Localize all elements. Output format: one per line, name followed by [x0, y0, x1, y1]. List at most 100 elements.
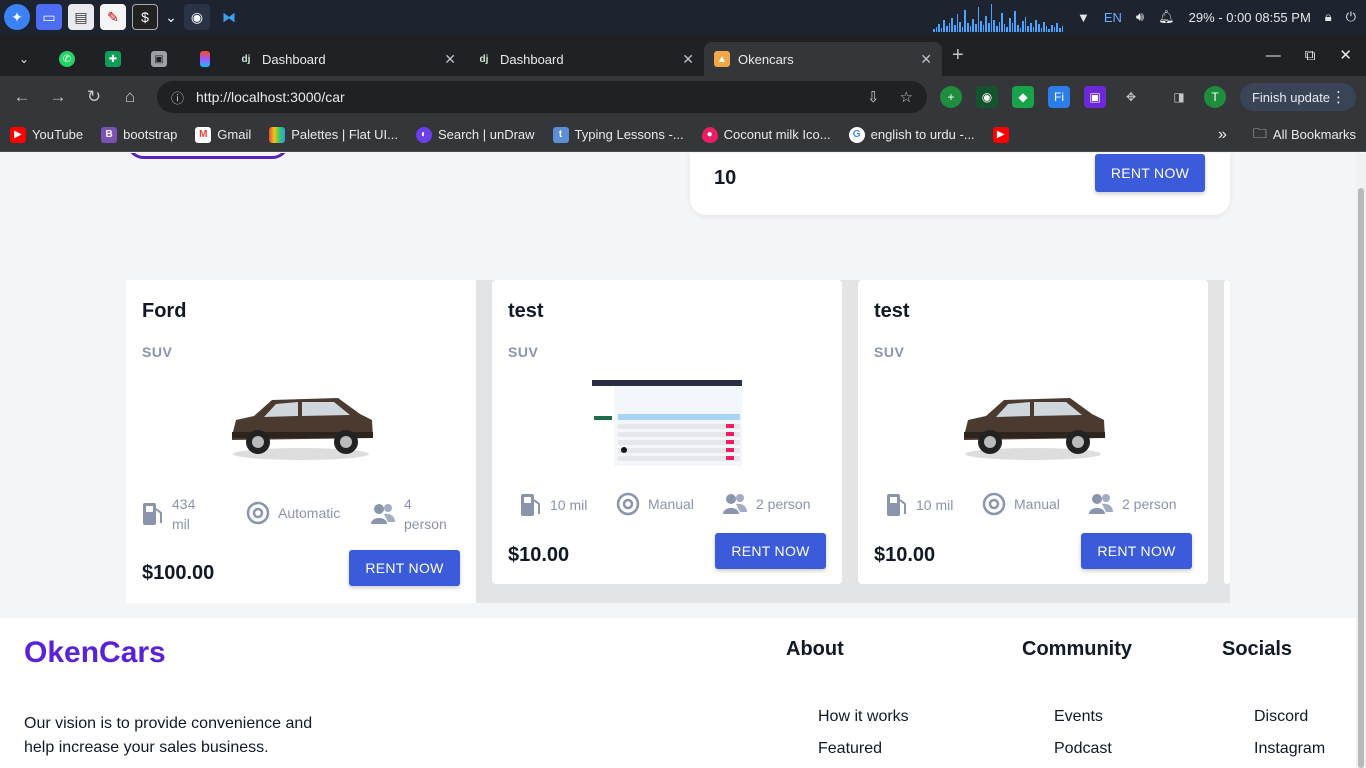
- footer-link-how-it-works[interactable]: How it works: [818, 708, 909, 726]
- transmission-feature: Manual: [982, 492, 1060, 516]
- scrollbar-thumb[interactable]: [1358, 188, 1364, 768]
- car-card: test SUV 10 mil Manual 2 person $10.00 R…: [492, 280, 842, 584]
- language-indicator[interactable]: EN: [1104, 10, 1122, 25]
- bookmark-gmail[interactable]: M Gmail: [195, 126, 251, 143]
- bookmark-palettes[interactable]: Palettes | Flat UI...: [269, 126, 398, 143]
- rent-now-button[interactable]: RENT NOW: [1081, 533, 1192, 569]
- footer-link-instagram[interactable]: Instagram: [1254, 740, 1325, 758]
- pinned-tab-sheets[interactable]: ✚: [90, 42, 136, 76]
- tab-search-button[interactable]: ⌄: [4, 42, 44, 76]
- footer-link-podcast[interactable]: Podcast: [1054, 740, 1112, 758]
- chrome-icon[interactable]: ◉: [184, 4, 210, 30]
- power-icon[interactable]: ⏻: [1346, 9, 1356, 25]
- back-icon[interactable]: ←: [4, 87, 40, 107]
- chevron-right-icon[interactable]: »: [1218, 126, 1227, 144]
- browser-toolbar: ← → ↻ ⌂ ⓘ http://localhost:3000/car ⇩ ☆ …: [0, 76, 1366, 118]
- bookmark-translate[interactable]: Genglish to urdu -...: [848, 126, 975, 143]
- rent-now-button[interactable]: RENT NOW: [1095, 154, 1205, 192]
- capacity-feature: 2 person: [1088, 492, 1176, 516]
- app-launcher-icon[interactable]: ✦: [4, 4, 30, 30]
- font-extension-icon[interactable]: Fi: [1048, 86, 1070, 108]
- all-bookmarks-folder[interactable]: 🗀 All Bookmarks: [1253, 123, 1356, 147]
- maximize-icon[interactable]: ⧉: [1305, 47, 1316, 64]
- car-image: [958, 380, 1108, 466]
- fuel-pump-icon: [143, 503, 162, 525]
- sheets-icon: ✚: [105, 51, 121, 67]
- side-panel-icon[interactable]: ◨: [1168, 86, 1190, 108]
- transmission-feature: Manual: [616, 492, 694, 516]
- minimize-icon[interactable]: —: [1266, 47, 1281, 64]
- car-type: SUV: [874, 344, 905, 360]
- close-icon[interactable]: ✕: [444, 51, 456, 68]
- terminal-icon[interactable]: $: [132, 4, 158, 30]
- mileage-text: 434 mil: [172, 496, 196, 532]
- footer-vision-text: Our vision is to provide convenience and…: [24, 715, 313, 756]
- notification-bell-icon[interactable]: 🔔︎: [1158, 9, 1175, 25]
- pinned-tab-figma[interactable]: [182, 42, 228, 76]
- eye-extension-icon[interactable]: ◉: [976, 86, 998, 108]
- finish-update-button[interactable]: Finish update ⋮: [1239, 83, 1356, 111]
- tab-okencars[interactable]: ▲ Okencars ✕: [704, 42, 942, 76]
- figma-icon: [200, 51, 210, 67]
- bookmark-undraw[interactable]: ◐ Search | unDraw: [415, 126, 535, 143]
- footer-link-featured[interactable]: Featured: [818, 740, 882, 758]
- volume-icon[interactable]: 🔊︎: [1136, 9, 1144, 25]
- url-text[interactable]: http://localhost:3000/car: [196, 89, 345, 105]
- site-info-icon[interactable]: ⓘ: [171, 88, 184, 107]
- bookmark-youtube-2[interactable]: ▶: [992, 126, 1009, 143]
- close-window-icon[interactable]: ✕: [1339, 46, 1352, 64]
- tab-dashboard-2[interactable]: dj Dashboard ✕: [466, 42, 704, 76]
- tab-dashboard-1[interactable]: dj Dashboard ✕: [228, 42, 466, 76]
- chevron-down-icon: ⌄: [18, 52, 30, 66]
- bookmark-star-icon[interactable]: ☆: [900, 88, 913, 106]
- file-manager-icon[interactable]: ▤: [68, 4, 94, 30]
- bookmark-bootstrap[interactable]: Bbootstrap: [101, 126, 177, 143]
- install-app-icon[interactable]: ⇩: [867, 88, 880, 106]
- bookmark-youtube[interactable]: ▶ YouTube: [10, 126, 83, 143]
- rent-now-button[interactable]: RENT NOW: [715, 533, 826, 569]
- people-icon: [723, 494, 747, 514]
- undraw-icon: ◐: [415, 126, 432, 143]
- bookmark-typing[interactable]: t Typing Lessons -...: [552, 126, 684, 143]
- tab-title: Dashboard: [500, 51, 564, 67]
- puzzle-extensions-icon[interactable]: ✥: [1120, 86, 1142, 108]
- close-icon[interactable]: ✕: [682, 51, 694, 68]
- bookmark-coconut[interactable]: ● Coconut milk Ico...: [701, 126, 831, 143]
- home-icon[interactable]: ⌂: [112, 87, 148, 107]
- rent-now-button[interactable]: RENT NOW: [349, 550, 460, 586]
- mileage-feature: 10 mil: [886, 492, 953, 518]
- capacity-feature: 4 person: [370, 494, 447, 534]
- add-extension-icon[interactable]: +: [940, 86, 962, 108]
- network-activity-graph: [932, 2, 1064, 32]
- reload-icon[interactable]: ↻: [76, 87, 112, 107]
- finish-update-label: Finish update: [1251, 89, 1330, 105]
- pinned-tab-folder[interactable]: ▣: [136, 42, 182, 76]
- outline-button[interactable]: [126, 153, 290, 159]
- mileage-feature: 434 mil: [142, 494, 195, 534]
- footer-link-discord[interactable]: Discord: [1254, 708, 1308, 726]
- screen-capture-icon[interactable]: ▣: [1084, 86, 1106, 108]
- lock-icon[interactable]: 🔒︎: [1325, 9, 1332, 25]
- vscode-icon[interactable]: ⧓: [216, 4, 242, 30]
- profile-avatar[interactable]: T: [1204, 86, 1226, 108]
- folder-icon: 🗀: [1252, 124, 1267, 141]
- text-editor-icon[interactable]: ✎: [100, 4, 126, 30]
- footer-link-events[interactable]: Events: [1054, 708, 1103, 726]
- close-icon[interactable]: ✕: [920, 51, 932, 68]
- footer-brand-logo[interactable]: OkenCars: [24, 636, 166, 670]
- desktop-icon[interactable]: ▭: [36, 4, 62, 30]
- more-menu-icon[interactable]: ⋮: [1331, 88, 1346, 106]
- app-favicon-icon: ▲: [714, 51, 730, 67]
- wifi-icon[interactable]: ▼: [1077, 10, 1090, 25]
- forward-icon[interactable]: →: [40, 87, 76, 107]
- footer-heading-about: About: [786, 638, 844, 660]
- page-scrollbar[interactable]: [1356, 153, 1366, 768]
- car-image-screenshot: [592, 380, 742, 466]
- youtube-icon: ▶: [992, 126, 1009, 143]
- pinned-tab-whatsapp[interactable]: ✆: [44, 42, 90, 76]
- battery-clock[interactable]: 29% - 0:00 08:55 PM: [1189, 10, 1311, 25]
- shield-extension-icon[interactable]: ◆: [1012, 86, 1034, 108]
- address-bar[interactable]: ⓘ http://localhost:3000/car ⇩ ☆: [157, 81, 927, 113]
- new-tab-button[interactable]: +: [952, 44, 964, 67]
- chevron-down-icon[interactable]: ⌄: [164, 4, 178, 30]
